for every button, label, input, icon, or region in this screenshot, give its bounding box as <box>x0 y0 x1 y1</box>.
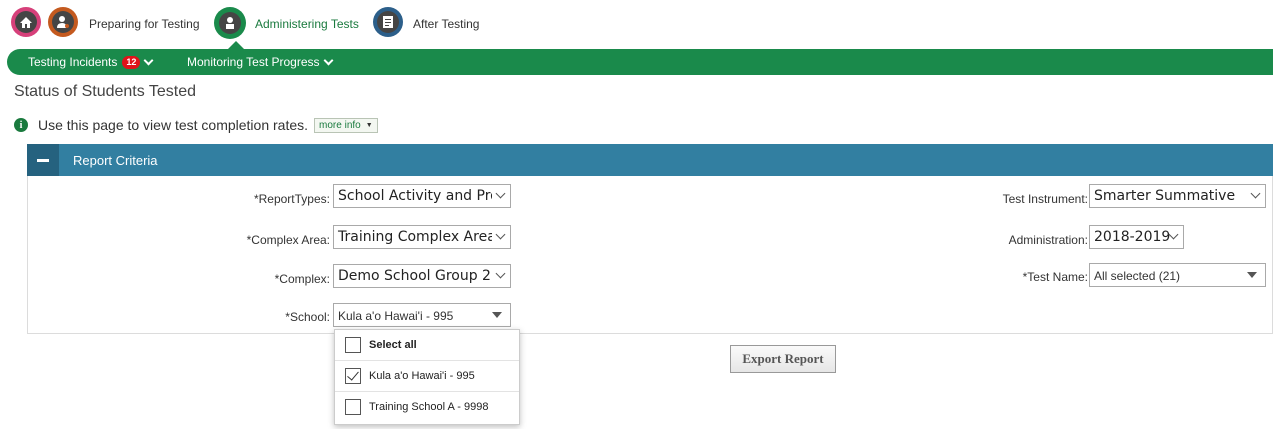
testing-incidents-menu[interactable]: Testing Incidents 12 <box>28 55 154 69</box>
user-settings-icon <box>52 11 74 33</box>
page-title: Status of Students Tested <box>14 83 197 100</box>
nav-preparing-for-testing[interactable]: Preparing for Testing <box>89 17 200 31</box>
sub-navigation-bar: Testing Incidents 12 Monitoring Test Pro… <box>7 41 1273 75</box>
test-name-select[interactable]: All selected (21) <box>1089 263 1266 287</box>
top-navigation: Preparing for Testing Administering Test… <box>0 0 1273 48</box>
administering-tests-button[interactable] <box>214 7 246 39</box>
nav-after-testing[interactable]: After Testing <box>413 17 479 31</box>
report-icon <box>377 11 399 33</box>
school-value: Kula a'o Hawai'i - 995 <box>338 309 454 323</box>
info-icon: i <box>14 118 28 132</box>
administration-label: Administration: <box>1008 233 1088 247</box>
caret-down-icon <box>492 312 502 318</box>
info-row: i Use this page to view test completion … <box>14 117 378 133</box>
administration-value: 2018-2019 <box>1094 229 1171 245</box>
school-dropdown-list: Select all Kula a'o Hawai'i - 995 Traini… <box>334 329 520 425</box>
report-types-select[interactable]: School Activity and Progre <box>333 184 511 208</box>
test-instrument-label: Test Instrument: <box>1002 192 1088 206</box>
school-option-checkbox[interactable] <box>345 399 361 415</box>
export-report-button[interactable]: Export Report <box>730 345 836 373</box>
info-text: Use this page to view test completion ra… <box>38 117 309 133</box>
school-option-checkbox[interactable] <box>345 368 361 384</box>
active-tab-pointer <box>228 41 244 49</box>
monitoring-test-progress-menu[interactable]: Monitoring Test Progress <box>187 55 333 69</box>
select-all-option[interactable]: Select all <box>345 337 417 353</box>
nav-administering-tests[interactable]: Administering Tests <box>255 17 359 31</box>
monitoring-test-progress-label: Monitoring Test Progress <box>187 55 320 69</box>
chevron-down-icon <box>143 55 154 65</box>
caret-down-icon: ▼ <box>365 121 373 129</box>
incidents-count-badge: 12 <box>122 55 141 69</box>
chevron-down-icon <box>1250 188 1261 199</box>
more-info-label: more info <box>319 119 361 131</box>
school-select[interactable]: Kula a'o Hawai'i - 995 <box>333 303 511 327</box>
chevron-down-icon <box>323 55 333 65</box>
collapse-button[interactable] <box>27 144 59 176</box>
more-info-button[interactable]: more info ▼ <box>314 117 378 133</box>
caret-down-icon <box>1247 272 1257 278</box>
report-types-value: School Activity and Progre <box>338 188 511 204</box>
test-admin-icon <box>219 12 241 34</box>
test-instrument-value: Smarter Summative <box>1094 188 1236 204</box>
report-types-label: *ReportTypes: <box>253 192 330 206</box>
complex-select[interactable]: Demo School Group 2 - 9 <box>333 264 511 288</box>
school-option-training[interactable]: Training School A - 9998 <box>345 399 488 415</box>
divider <box>335 391 519 392</box>
after-testing-button[interactable] <box>373 7 403 37</box>
test-name-value: All selected (21) <box>1094 269 1181 283</box>
home-button[interactable] <box>11 7 41 37</box>
administration-select[interactable]: 2018-2019 <box>1089 225 1184 249</box>
testing-incidents-label: Testing Incidents <box>28 55 118 69</box>
test-instrument-select[interactable]: Smarter Summative <box>1089 184 1266 208</box>
school-option-label: Kula a'o Hawai'i - 995 <box>369 370 475 382</box>
select-all-label: Select all <box>369 339 417 351</box>
report-criteria-header: Report Criteria <box>27 144 1273 176</box>
complex-label: *Complex: <box>274 272 330 286</box>
complex-area-select[interactable]: Training Complex Area A <box>333 225 511 249</box>
complex-area-label: *Complex Area: <box>246 233 330 247</box>
complex-area-value: Training Complex Area A <box>338 229 510 245</box>
school-option-label: Training School A - 9998 <box>369 401 489 413</box>
home-icon <box>15 11 37 33</box>
divider <box>335 360 519 361</box>
report-criteria-title: Report Criteria <box>73 153 158 168</box>
complex-value: Demo School Group 2 - 9 <box>338 268 511 284</box>
minus-icon <box>37 158 49 162</box>
select-all-checkbox[interactable] <box>345 337 361 353</box>
school-option-kula[interactable]: Kula a'o Hawai'i - 995 <box>345 368 475 384</box>
school-label: *School: <box>285 310 330 324</box>
test-name-label: *Test Name: <box>1022 270 1088 284</box>
user-settings-button[interactable] <box>48 7 78 37</box>
